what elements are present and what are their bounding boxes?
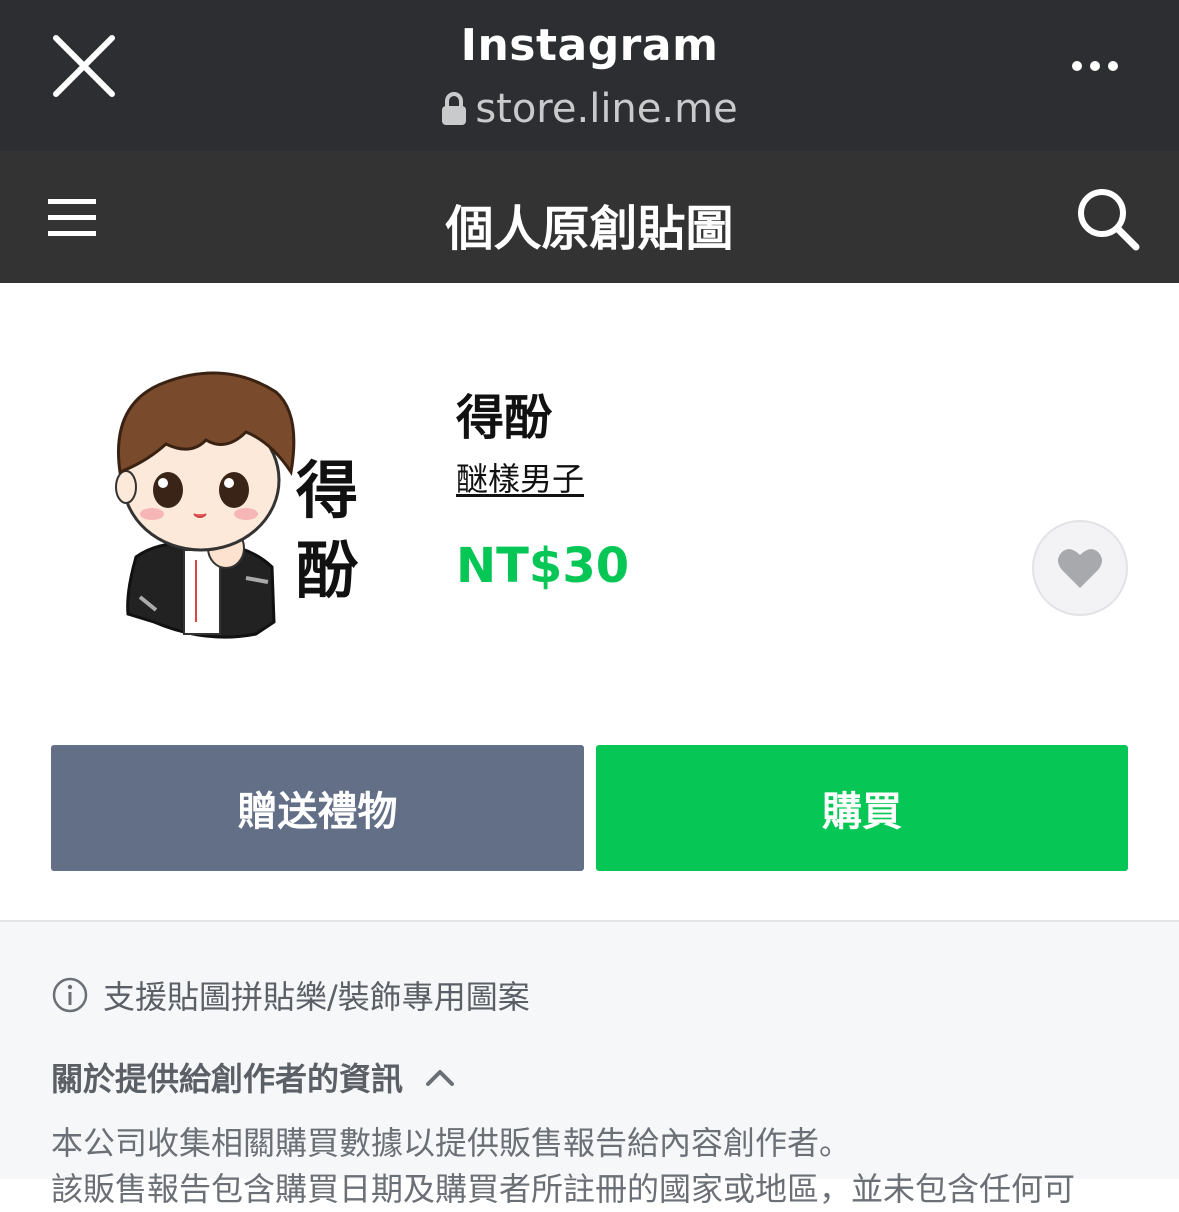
more-button[interactable] <box>1060 48 1130 84</box>
sticker-thumbnail[interactable]: 得 酚 <box>96 352 376 652</box>
about-description: 本公司收集相關購買數據以提供販售報告給內容創作者。 該販售報告包含購買日期及購買… <box>51 1120 1131 1212</box>
more-icon <box>1072 61 1118 71</box>
browser-title: Instagram <box>460 20 719 71</box>
description-line-2: 該販售報告包含購買日期及購買者所註冊的國家或地區，並未包含任何可 <box>51 1170 1076 1208</box>
browser-url[interactable]: store.line.me <box>0 86 1179 132</box>
about-title: 關於提供給創作者的資訊 <box>51 1060 404 1098</box>
sticker-character-illustration: 得 酚 <box>115 371 359 639</box>
heart-icon <box>1058 549 1102 588</box>
url-text: store.line.me <box>475 86 738 132</box>
support-notice: 支援貼圖拼貼樂/裝飾專用圖案 <box>51 972 530 1018</box>
search-icon <box>1078 189 1140 251</box>
price-label: NT$30 <box>456 538 630 594</box>
support-text: 支援貼圖拼貼樂/裝飾專用圖案 <box>103 978 530 1016</box>
svg-text:酚: 酚 <box>296 534 359 607</box>
info-section: 支援貼圖拼貼樂/裝飾專用圖案 關於提供給創作者的資訊 本公司收集相關購買數據以提… <box>0 920 1179 1208</box>
author-link[interactable]: 醚樣男子 <box>456 454 584 500</box>
search-button[interactable] <box>1074 185 1144 255</box>
page-title: 個人原創貼圖 <box>445 201 734 257</box>
about-creator-toggle[interactable]: 關於提供給創作者的資訊 <box>51 1054 455 1100</box>
gift-button[interactable]: 贈送禮物 <box>51 745 584 871</box>
favorite-button[interactable] <box>1032 520 1128 616</box>
chevron-up-icon <box>426 1070 455 1086</box>
buy-button[interactable]: 購買 <box>596 745 1128 871</box>
browser-bar: Instagram store.line.me <box>0 0 1179 151</box>
description-line-1: 本公司收集相關購買數據以提供販售報告給內容創作者。 <box>51 1124 852 1162</box>
info-icon <box>52 977 88 1013</box>
sticker-name: 得酚 <box>456 390 553 446</box>
store-header: 個人原創貼圖 <box>0 151 1179 283</box>
svg-text:得: 得 <box>296 454 358 527</box>
lock-icon <box>442 92 467 125</box>
